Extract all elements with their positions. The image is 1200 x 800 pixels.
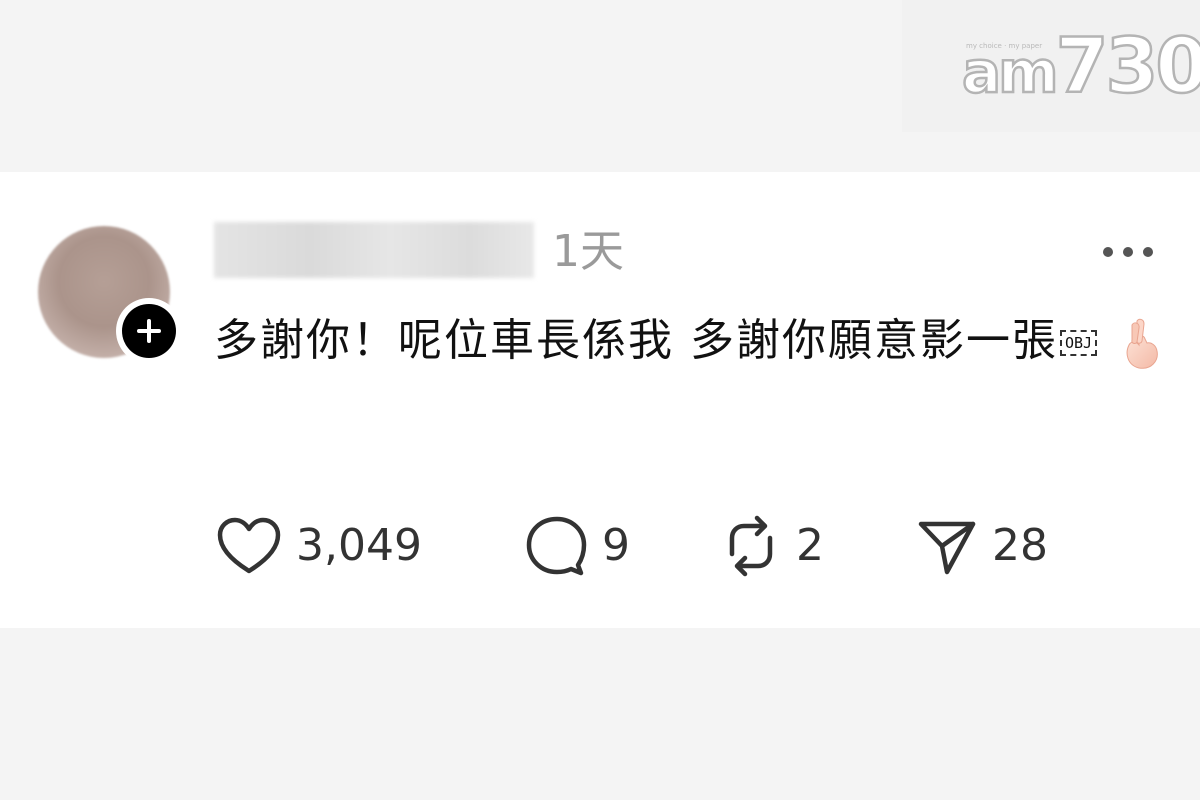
bottom-band: [0, 628, 1200, 800]
watermark-logo-number: 730: [1054, 21, 1200, 110]
object-replacement-placeholder: OBJ: [1060, 330, 1098, 356]
ellipsis-icon: [1103, 247, 1153, 257]
post-body: 多謝你！呢位車長係我 多謝你願意影一張 OBJ: [214, 306, 1174, 376]
send-icon: [918, 521, 976, 575]
like-count: 3,049: [296, 520, 422, 571]
plus-icon: [137, 319, 161, 343]
comment-button[interactable]: 9: [524, 514, 630, 578]
comment-bubble-icon: [526, 516, 587, 576]
watermark-logo-prefix: am: [961, 37, 1060, 108]
follow-button[interactable]: [116, 298, 182, 364]
follow-badge-inner: [122, 304, 176, 358]
repost-button[interactable]: 2: [720, 514, 824, 578]
more-options-button[interactable]: [1100, 240, 1156, 264]
heart-icon: [217, 517, 281, 574]
comment-count: 9: [602, 520, 630, 571]
post-timestamp: 1天: [552, 226, 624, 277]
pinched-fingers-heart-emoji: [1126, 318, 1158, 369]
post-text: 多謝你！呢位車長係我 多謝你願意影一張: [214, 315, 1058, 366]
share-count: 28: [992, 520, 1048, 571]
share-button[interactable]: 28: [916, 514, 1048, 578]
watermark-logo: am730: [961, 26, 1200, 110]
like-button[interactable]: 3,049: [216, 514, 422, 578]
username-blurred[interactable]: [214, 222, 534, 278]
repost-count: 2: [796, 520, 824, 571]
action-bar: 3,049 9 2 28: [0, 514, 1200, 578]
repost-icon: [729, 515, 773, 577]
